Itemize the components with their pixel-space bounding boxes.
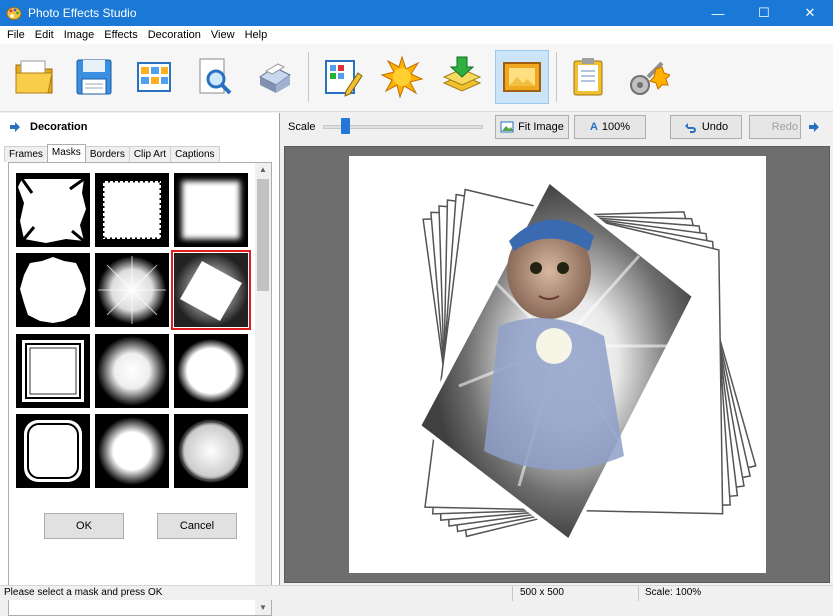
toolbar-separator — [556, 52, 557, 102]
tab-captions[interactable]: Captions — [170, 146, 220, 162]
status-scale: Scale: 100% — [645, 587, 702, 598]
gallery-button[interactable] — [127, 50, 181, 104]
gallery-icon — [137, 62, 171, 92]
photo-preview — [416, 177, 757, 545]
menu-help[interactable]: Help — [240, 26, 273, 44]
image-canvas[interactable] — [349, 156, 766, 573]
canvas-area — [284, 146, 830, 583]
close-button[interactable]: ✕ — [787, 0, 833, 26]
image-panel: Scale Fit Image A 100% Undo Redo — [281, 113, 833, 585]
print-preview-button[interactable] — [187, 50, 241, 104]
mask-thumbnail[interactable] — [16, 253, 90, 327]
title-bar: Photo Effects Studio — ☐ ✕ — [0, 0, 833, 26]
undo-icon — [684, 123, 696, 133]
sun-effects-icon — [380, 55, 424, 99]
mask-thumbnail[interactable] — [16, 334, 90, 408]
settings-button[interactable] — [621, 50, 675, 104]
arrow-right-icon[interactable] — [10, 122, 20, 132]
tab-borders[interactable]: Borders — [84, 146, 130, 162]
mask-grid: ▲ ▼ — [8, 162, 272, 616]
clipboard-button[interactable] — [561, 50, 615, 104]
redo-label: Redo — [771, 121, 798, 133]
fit-image-button[interactable]: Fit Image — [495, 115, 569, 139]
panel-title: Decoration — [30, 121, 88, 133]
open-folder-icon — [15, 60, 53, 94]
toolbar-separator — [308, 52, 309, 102]
menu-decoration[interactable]: Decoration — [143, 26, 206, 44]
menu-image[interactable]: Image — [59, 26, 100, 44]
panel-header: Decoration — [10, 121, 87, 133]
layers-button[interactable] — [435, 50, 489, 104]
status-bar: Please select a mask and press OK 500 x … — [0, 585, 833, 601]
redo-button[interactable]: Redo — [749, 115, 801, 139]
ok-button[interactable]: OK — [44, 513, 124, 539]
menu-bar: File Edit Image Effects Decoration View … — [0, 26, 833, 44]
menu-effects[interactable]: Effects — [99, 26, 142, 44]
save-disk-icon — [76, 59, 112, 95]
decoration-tabs: Frames Masks Borders Clip Art Captions — [4, 144, 220, 162]
status-separator — [638, 586, 639, 601]
menu-edit[interactable]: Edit — [30, 26, 59, 44]
mask-thumbnail-selected[interactable] — [171, 250, 251, 330]
fit-image-label: Fit Image — [518, 121, 564, 133]
image-frame-icon — [503, 62, 541, 92]
layers-download-icon — [442, 56, 482, 92]
clipboard-icon — [573, 58, 603, 96]
tab-frames[interactable]: Frames — [4, 146, 48, 162]
scroll-down-icon[interactable]: ▼ — [255, 601, 271, 615]
status-hint: Please select a mask and press OK — [4, 587, 163, 598]
fit-image-icon — [500, 121, 514, 133]
mask-thumbnail[interactable] — [95, 334, 169, 408]
undo-label: Undo — [701, 121, 729, 133]
minimize-button[interactable]: — — [695, 0, 741, 26]
print-button[interactable] — [247, 50, 301, 104]
preview-magnifier-icon — [199, 58, 232, 95]
mask-thumbnail[interactable] — [95, 414, 169, 488]
tab-masks[interactable]: Masks — [46, 144, 86, 162]
mask-thumbnail[interactable] — [16, 414, 90, 488]
mask-thumbnail[interactable] — [174, 173, 248, 247]
scale-slider-handle[interactable] — [341, 118, 351, 134]
zoom-label: 100% — [601, 121, 631, 133]
decoration-panel: Decoration Frames Masks Borders Clip Art… — [0, 113, 280, 616]
open-button[interactable] — [7, 50, 61, 104]
status-image-size: 500 x 500 — [520, 587, 564, 598]
menu-view[interactable]: View — [206, 26, 240, 44]
save-button[interactable] — [67, 50, 121, 104]
zoom-button[interactable]: A 100% — [574, 115, 646, 139]
mask-thumbnail[interactable] — [95, 253, 169, 327]
maximize-button[interactable]: ☐ — [741, 0, 787, 26]
settings-gear-icon — [630, 61, 670, 95]
mask-thumbnail[interactable] — [16, 173, 90, 247]
status-separator — [512, 586, 513, 601]
toolbar — [0, 44, 833, 112]
mask-grid-scrollbar[interactable]: ▲ ▼ — [255, 163, 271, 615]
mask-thumbnail[interactable] — [174, 414, 248, 488]
effects-button[interactable] — [375, 50, 429, 104]
window-title: Photo Effects Studio — [28, 6, 137, 20]
undo-button[interactable]: Undo — [670, 115, 742, 139]
scale-bar: Scale Fit Image A 100% Undo Redo — [281, 113, 833, 141]
zoom-text-icon: A — [589, 121, 598, 133]
arrow-right-icon[interactable] — [809, 122, 819, 132]
scrollbar-thumb[interactable] — [257, 179, 269, 291]
scroll-up-icon[interactable]: ▲ — [255, 163, 271, 177]
mask-thumbnail[interactable] — [95, 173, 169, 247]
decoration-button[interactable] — [495, 50, 549, 104]
app-palette-icon — [6, 7, 22, 20]
mask-thumbnail[interactable] — [174, 334, 248, 408]
edit-grid-pencil-icon — [325, 60, 363, 97]
cancel-button[interactable]: Cancel — [157, 513, 237, 539]
scale-label: Scale — [288, 121, 316, 133]
printer-icon — [259, 63, 291, 93]
menu-file[interactable]: File — [2, 26, 30, 44]
edit-button[interactable] — [315, 50, 369, 104]
tab-clip-art[interactable]: Clip Art — [128, 146, 172, 162]
